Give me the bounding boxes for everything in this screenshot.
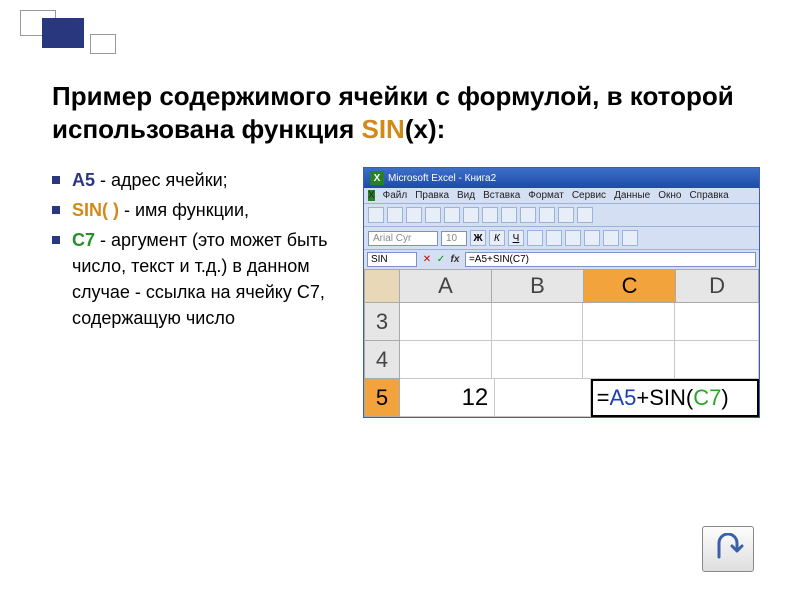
title-arg: (x): [405,114,445,144]
menu-tools[interactable]: Сервис [572,190,606,201]
menu-data[interactable]: Данные [614,190,650,201]
italic-button[interactable]: К [489,230,505,246]
row-header-3[interactable]: 3 [364,303,400,341]
toolbar-button[interactable] [527,230,543,246]
bullet-sin-key: SIN( ) [72,200,119,220]
cell-b4[interactable] [492,341,584,379]
formula-input[interactable]: =A5+SIN(C7) [465,252,756,267]
excel-app-icon: X [370,171,384,185]
toolbar-button[interactable] [501,207,517,223]
font-selector[interactable]: Arial Cyr [368,231,438,246]
toolbar-button[interactable] [558,207,574,223]
menu-insert[interactable]: Вставка [483,190,520,201]
toolbar-button[interactable] [584,230,600,246]
col-header-d[interactable]: D [676,269,759,303]
return-button[interactable] [702,526,754,572]
excel-menubar: X Файл Правка Вид Вставка Формат Сервис … [364,188,759,203]
size-selector[interactable]: 10 [441,231,467,246]
bullet-a5-text: - адрес ячейки; [95,170,228,190]
excel-toolbar-2: Arial Cyr 10 Ж К Ч [364,226,759,249]
toolbar-button[interactable] [406,207,422,223]
bullet-c7-key: С7 [72,230,95,250]
excel-title: Microsoft Excel - Книга2 [388,173,496,184]
select-all-corner[interactable] [364,269,400,303]
cell-a4[interactable] [400,341,492,379]
toolbar-button[interactable] [482,207,498,223]
menu-format[interactable]: Формат [528,190,564,201]
title-function: SIN [361,114,404,144]
cell-c3[interactable] [583,303,675,341]
cell-c5-editing[interactable]: =A5+SIN(C7) [591,379,759,417]
name-box[interactable]: SIN [367,252,417,267]
fx-icon[interactable]: fx [449,254,461,266]
cell-d4[interactable] [675,341,759,379]
cell-a5[interactable]: 12 [400,379,495,417]
toolbar-button[interactable] [463,207,479,223]
excel-toolbar-1 [364,203,759,226]
spreadsheet-grid: A B C D 3 4 [364,269,759,417]
toolbar-button[interactable] [520,207,536,223]
cell-a3[interactable] [400,303,492,341]
toolbar-button[interactable] [565,230,581,246]
bullet-c7: С7 - аргумент (это может быть число, тек… [52,227,345,331]
slide: Пример содержимого ячейки с формулой, в … [0,0,800,600]
bullet-c7-text: - аргумент (это может быть число, текст … [72,230,328,328]
cell-b5[interactable] [495,379,590,417]
bullet-sin: SIN( ) - имя функции, [52,197,345,223]
toolbar-button[interactable] [539,207,555,223]
bullet-a5: А5 - адрес ячейки; [52,167,345,193]
toolbar-button[interactable] [425,207,441,223]
toolbar-button[interactable] [622,230,638,246]
cell-c4[interactable] [583,341,675,379]
toolbar-button[interactable] [603,230,619,246]
formula-bar: SIN ✕ ✓ fx =A5+SIN(C7) [364,249,759,269]
excel-doc-icon: X [368,190,375,201]
toolbar-button[interactable] [368,207,384,223]
return-icon [711,533,745,565]
menu-file[interactable]: Файл [383,190,408,201]
bullet-list: А5 - адрес ячейки; SIN( ) - имя функции,… [52,167,345,336]
underline-button[interactable]: Ч [508,230,524,246]
toolbar-button[interactable] [577,207,593,223]
confirm-icon[interactable]: ✓ [435,254,447,266]
col-header-a[interactable]: A [400,269,492,303]
row-header-5[interactable]: 5 [364,379,400,417]
bold-button[interactable]: Ж [470,230,486,246]
excel-screenshot: X Microsoft Excel - Книга2 X Файл Правка… [363,167,760,418]
cell-d3[interactable] [675,303,759,341]
excel-titlebar: X Microsoft Excel - Книга2 [364,168,759,188]
col-header-b[interactable]: B [492,269,584,303]
toolbar-button[interactable] [546,230,562,246]
cell-b3[interactable] [492,303,584,341]
cancel-icon[interactable]: ✕ [421,254,433,266]
bullet-a5-key: А5 [72,170,95,190]
menu-view[interactable]: Вид [457,190,475,201]
col-header-c[interactable]: C [584,269,676,303]
toolbar-button[interactable] [387,207,403,223]
menu-help[interactable]: Справка [689,190,728,201]
row-header-4[interactable]: 4 [364,341,400,379]
menu-edit[interactable]: Правка [415,190,449,201]
slide-title: Пример содержимого ячейки с формулой, в … [52,80,760,145]
toolbar-button[interactable] [444,207,460,223]
bullet-sin-text: - имя функции, [119,200,249,220]
menu-window[interactable]: Окно [658,190,681,201]
